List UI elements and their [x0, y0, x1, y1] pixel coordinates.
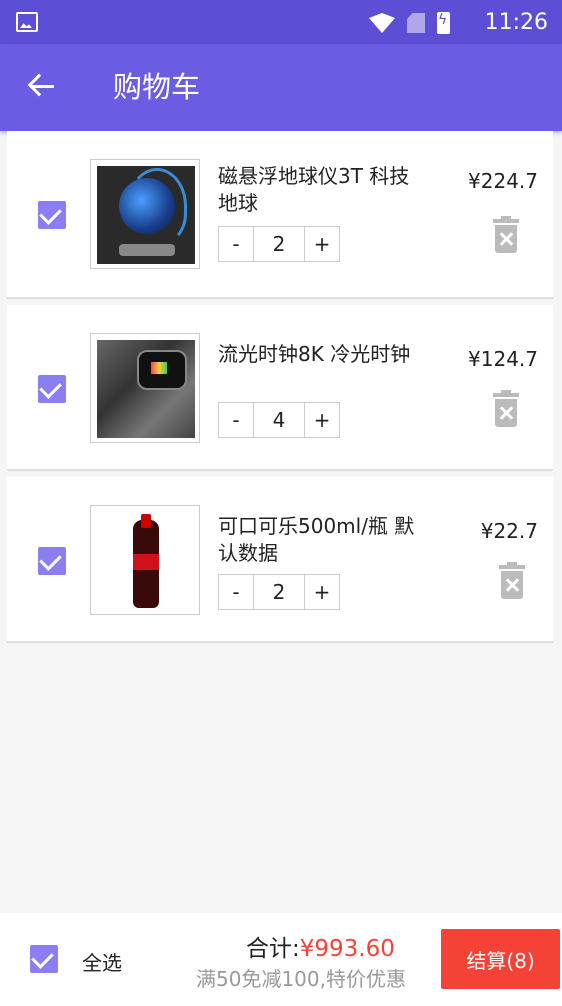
promo-text: 满50免减100,特价优惠 [196, 967, 406, 991]
quantity-value[interactable]: 4 [253, 403, 305, 437]
decrease-button[interactable]: - [219, 227, 253, 261]
checkout-button[interactable]: 结算(8) [441, 929, 560, 989]
increase-button[interactable]: + [305, 227, 339, 261]
product-image[interactable] [90, 159, 200, 269]
cart-item: 磁悬浮地球仪3T 科技地球 - 2 + ¥224.7 [7, 131, 553, 299]
quantity-value[interactable]: 2 [253, 227, 305, 261]
page-title: 购物车 [113, 70, 201, 104]
quantity-value[interactable]: 2 [253, 575, 305, 609]
product-name: 流光时钟8K 冷光时钟 [218, 342, 411, 366]
cart-item: 流光时钟8K 冷光时钟 - 4 + ¥124.7 [7, 305, 553, 471]
product-image[interactable] [90, 333, 200, 443]
item-checkbox[interactable] [38, 375, 66, 403]
back-arrow-icon[interactable] [26, 71, 58, 103]
select-all-label[interactable]: 全选 [82, 947, 122, 976]
delete-icon[interactable] [499, 562, 525, 601]
status-bar: 11:26 [0, 0, 562, 44]
product-name: 可口可乐500ml/瓶 默认数据 [218, 514, 415, 565]
quantity-stepper: - 2 + [218, 574, 340, 610]
product-price: ¥22.7 [480, 519, 538, 543]
delete-icon[interactable] [493, 390, 519, 429]
decrease-button[interactable]: - [219, 575, 253, 609]
no-sim-icon [407, 13, 425, 33]
total-amount: ¥993.60 [299, 936, 395, 962]
cart-list: 磁悬浮地球仪3T 科技地球 - 2 + ¥224.7 流光时钟8K 冷光时钟 -… [7, 131, 553, 643]
item-checkbox[interactable] [38, 547, 66, 575]
item-checkbox[interactable] [38, 201, 66, 229]
quantity-stepper: - 4 + [218, 402, 340, 438]
decrease-button[interactable]: - [219, 403, 253, 437]
delete-icon[interactable] [493, 216, 519, 255]
product-price: ¥224.7 [468, 169, 538, 193]
product-image[interactable] [90, 505, 200, 615]
gallery-icon [16, 12, 38, 32]
total-price: 合计:¥993.60 [246, 929, 395, 963]
battery-charging-icon [437, 12, 450, 34]
increase-button[interactable]: + [305, 575, 339, 609]
select-all-checkbox[interactable] [30, 945, 58, 973]
total-label: 合计: [246, 936, 300, 962]
increase-button[interactable]: + [305, 403, 339, 437]
cart-item: 可口可乐500ml/瓶 默认数据 - 2 + ¥22.7 [7, 477, 553, 643]
wifi-icon [369, 13, 395, 33]
app-bar: 购物车 [0, 44, 562, 131]
product-name: 磁悬浮地球仪3T 科技地球 [218, 164, 410, 215]
checkout-bar: 全选 合计:¥993.60 满50免减100,特价优惠 结算(8) [0, 913, 562, 1006]
quantity-stepper: - 2 + [218, 226, 340, 262]
clock: 11:26 [484, 10, 548, 35]
product-price: ¥124.7 [468, 347, 538, 371]
